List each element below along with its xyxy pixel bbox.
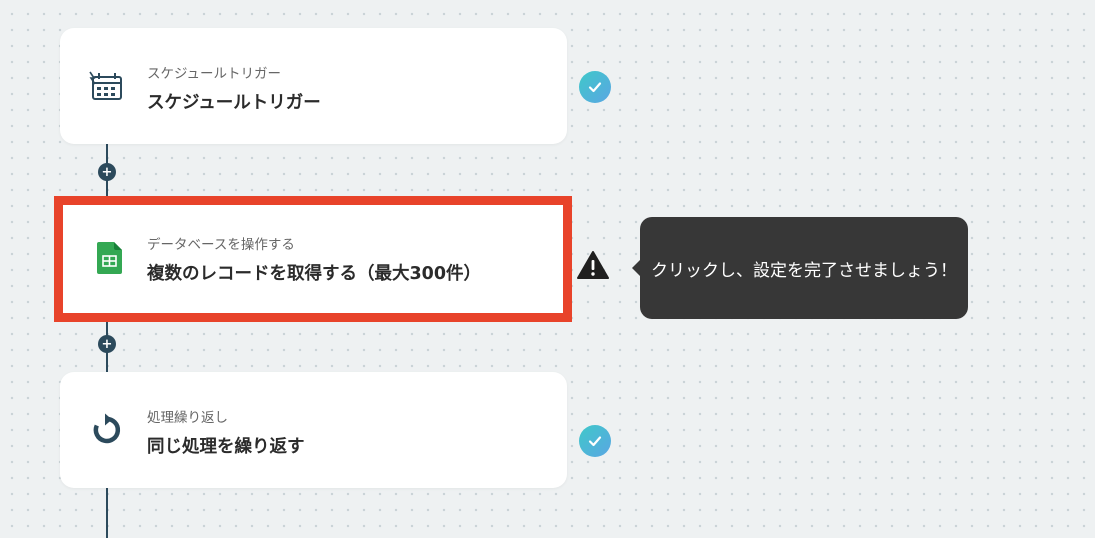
flow-step-card[interactable]: 処理繰り返し 同じ処理を繰り返す	[60, 372, 567, 488]
add-step-button[interactable]: +	[98, 335, 116, 353]
step-type-label: データベースを操作する	[147, 237, 295, 253]
add-step-button[interactable]: +	[98, 163, 116, 181]
flow-step-card[interactable]: スケジュールトリガー スケジュールトリガー	[60, 28, 567, 144]
check-icon	[579, 71, 611, 103]
flow-step-card[interactable]: データベースを操作する 複数のレコードを取得する（最大300件）	[54, 196, 572, 322]
step-type-label: 処理繰り返し	[147, 410, 228, 426]
warning-icon	[577, 251, 609, 279]
schedule-trigger-icon	[88, 68, 124, 104]
check-icon	[579, 425, 611, 457]
step-type-label: スケジュールトリガー	[147, 66, 282, 82]
step-title: 複数のレコードを取得する（最大300件）	[147, 264, 482, 284]
connector-line	[106, 488, 108, 538]
tooltip: クリックし、設定を完了させましょう！	[632, 217, 968, 319]
tooltip-text: クリックし、設定を完了させましょう！	[651, 260, 957, 281]
loop-icon	[88, 412, 124, 448]
google-sheets-icon	[92, 240, 128, 276]
step-title: スケジュールトリガー	[147, 93, 321, 113]
step-title: 同じ処理を繰り返す	[147, 437, 305, 457]
